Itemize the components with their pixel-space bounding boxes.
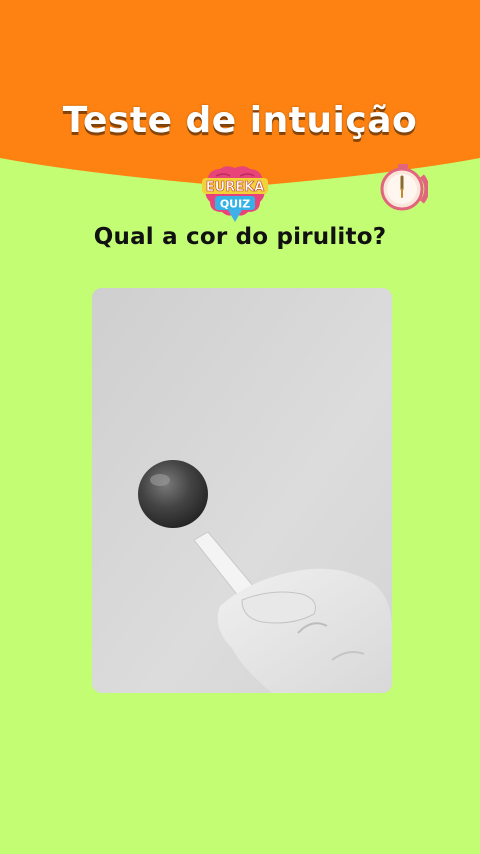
logo-line1: EUREKA: [206, 180, 264, 195]
lollipop-photo-image: [92, 288, 392, 693]
question-text: Qual a cor do pirulito?: [93, 224, 387, 250]
page-title: Teste de intuição: [62, 100, 418, 141]
lollipop-photo: [92, 288, 392, 693]
eureka-quiz-logo: EUREKA QUIZ: [198, 164, 272, 224]
timer: [378, 162, 430, 212]
logo-line2: QUIZ: [220, 198, 250, 211]
brain-logo-icon: EUREKA QUIZ: [202, 166, 268, 222]
stopwatch-icon: [380, 164, 430, 211]
